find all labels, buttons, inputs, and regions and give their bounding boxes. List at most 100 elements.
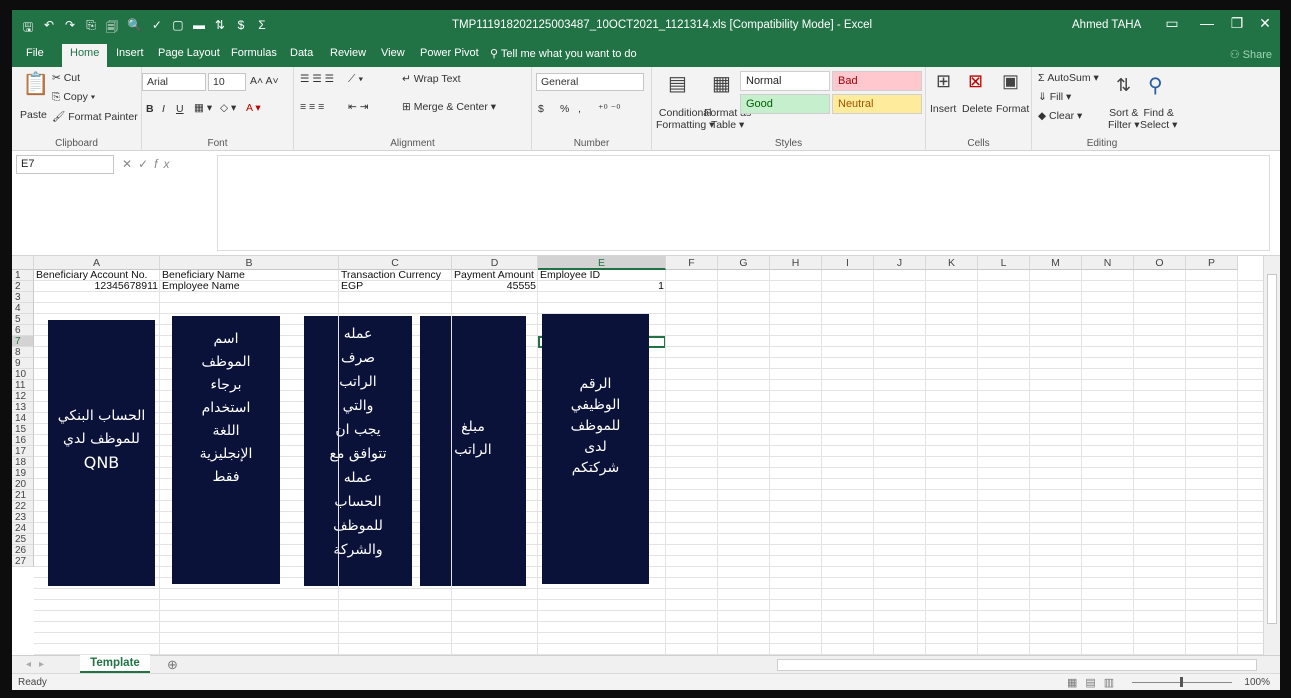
row-header-23[interactable]: 23 bbox=[12, 512, 34, 523]
style-neutral[interactable]: Neutral bbox=[832, 94, 922, 114]
cell-b2[interactable]: Employee Name bbox=[160, 281, 339, 292]
tab-insert[interactable]: Insert bbox=[116, 47, 144, 59]
row-header-8[interactable]: 8 bbox=[12, 347, 34, 358]
insert-cells-button[interactable]: Insert bbox=[930, 103, 956, 115]
paste-icon[interactable]: 📋 bbox=[22, 71, 49, 97]
row-header-10[interactable]: 10 bbox=[12, 369, 34, 380]
delete-cells-icon[interactable]: ⊠ bbox=[968, 71, 983, 92]
redo-icon[interactable]: ↷ bbox=[64, 18, 76, 39]
row-header-17[interactable]: 17 bbox=[12, 446, 34, 457]
restore-button[interactable]: ❐ bbox=[1222, 15, 1252, 32]
tab-data[interactable]: Data bbox=[290, 47, 313, 59]
fill-button[interactable]: ⇓ Fill ▾ bbox=[1038, 91, 1071, 103]
row-header-2[interactable]: 2 bbox=[12, 281, 34, 292]
column-header-l[interactable]: L bbox=[978, 256, 1030, 270]
tell-me-search[interactable]: ⚲ Tell me what you want to do bbox=[490, 47, 637, 60]
style-normal[interactable]: Normal bbox=[740, 71, 830, 91]
format-cells-icon[interactable]: ▣ bbox=[1002, 71, 1019, 92]
cell-e1[interactable]: Employee ID bbox=[538, 270, 666, 281]
number-format-select[interactable]: General bbox=[536, 73, 644, 91]
column-header-p[interactable]: P bbox=[1186, 256, 1238, 270]
column-header-k[interactable]: K bbox=[926, 256, 978, 270]
horizontal-align-icons[interactable]: ≡ ≡ ≡ bbox=[300, 101, 324, 113]
row-header-20[interactable]: 20 bbox=[12, 479, 34, 490]
format-cells-button[interactable]: Format bbox=[996, 103, 1029, 115]
font-name-select[interactable]: Arial bbox=[142, 73, 206, 91]
formula-input[interactable] bbox=[217, 155, 1270, 251]
font-size-select[interactable]: 10 bbox=[208, 73, 246, 91]
qat-item-icon[interactable]: 🔍 bbox=[127, 18, 142, 39]
close-button[interactable]: ✕ bbox=[1250, 15, 1280, 32]
spreadsheet-grid[interactable]: ABCDEFGHIJKLMNOP 1 2 3 4 5 6 7 8 9 10 11 12 13 14 15 16… bbox=[12, 256, 1263, 655]
decimal-icons[interactable]: ⁺⁰ ⁻⁰ bbox=[598, 103, 620, 115]
column-header-g[interactable]: G bbox=[718, 256, 770, 270]
tab-power-pivot[interactable]: Power Pivot bbox=[420, 47, 479, 59]
row-header-21[interactable]: 21 bbox=[12, 490, 34, 501]
vertical-align-icons[interactable]: ☰ ☰ ☰ bbox=[300, 73, 334, 85]
save-icon[interactable]: 🖫 bbox=[22, 18, 34, 39]
column-header-a[interactable]: A bbox=[34, 256, 160, 270]
conditional-formatting-icon[interactable]: ▤ bbox=[668, 71, 687, 96]
magnifier-icon[interactable]: ⚲ bbox=[1148, 73, 1163, 98]
row-header-14[interactable]: 14 bbox=[12, 413, 34, 424]
font-grow-shrink-icon[interactable]: A˄ A˅ bbox=[250, 75, 279, 87]
tab-page-layout[interactable]: Page Layout bbox=[158, 47, 220, 59]
row-header-3[interactable]: 3 bbox=[12, 292, 34, 303]
currency-button[interactable]: $ bbox=[538, 103, 544, 115]
zoom-level[interactable]: 100% bbox=[1244, 677, 1270, 688]
row-header-5[interactable]: 5 bbox=[12, 314, 34, 325]
format-painter-button[interactable]: 🖌 Format Painter bbox=[52, 110, 138, 123]
undo-icon[interactable]: ↶ bbox=[43, 18, 55, 39]
tab-file[interactable]: File bbox=[26, 47, 44, 59]
row-header-1[interactable]: 1 bbox=[12, 270, 34, 281]
name-box[interactable]: E7 bbox=[16, 155, 114, 174]
enter-icon[interactable]: ✓ bbox=[138, 157, 154, 171]
qat-item-icon[interactable]: 🗐 bbox=[106, 18, 118, 39]
column-header-f[interactable]: F bbox=[666, 256, 718, 270]
row-header-13[interactable]: 13 bbox=[12, 402, 34, 413]
sheet-tab-template[interactable]: Template bbox=[80, 655, 150, 674]
fill-color-icon[interactable]: ◇ ▾ bbox=[220, 102, 236, 114]
indent-icons[interactable]: ⇤ ⇥ bbox=[348, 101, 369, 113]
select-all-corner[interactable] bbox=[12, 256, 34, 270]
view-mode-icons[interactable]: ▦▤▥ bbox=[1067, 676, 1122, 689]
merge-center-button[interactable]: ⊞ Merge & Center ▾ bbox=[402, 101, 496, 113]
qat-item-icon[interactable]: ▬ bbox=[193, 18, 205, 39]
column-header-d[interactable]: D bbox=[452, 256, 538, 270]
qat-item-icon[interactable]: ⎘ bbox=[85, 18, 97, 39]
user-name[interactable]: Ahmed TAHA bbox=[1072, 19, 1141, 31]
share-button[interactable]: ⚇ Share bbox=[1230, 48, 1272, 61]
cell-d2[interactable]: 45555 bbox=[452, 281, 538, 292]
style-bad[interactable]: Bad bbox=[832, 71, 922, 91]
paste-button[interactable]: Paste bbox=[20, 109, 47, 121]
column-header-m[interactable]: M bbox=[1030, 256, 1082, 270]
copy-button[interactable]: ⎘ Copy ▾ bbox=[52, 91, 95, 104]
underline-button[interactable]: U bbox=[176, 103, 184, 115]
column-header-o[interactable]: O bbox=[1134, 256, 1186, 270]
row-header-22[interactable]: 22 bbox=[12, 501, 34, 512]
row-header-18[interactable]: 18 bbox=[12, 457, 34, 468]
zoom-slider-knob[interactable] bbox=[1180, 677, 1183, 687]
bold-button[interactable]: B bbox=[146, 103, 154, 115]
delete-cells-button[interactable]: Delete bbox=[962, 103, 992, 115]
tab-formulas[interactable]: Formulas bbox=[231, 47, 277, 59]
row-header-7[interactable]: 7 bbox=[12, 336, 34, 347]
cell-e2[interactable]: 1 bbox=[538, 281, 666, 292]
qat-item-icon[interactable]: Σ bbox=[256, 18, 268, 39]
qat-item-icon[interactable]: ▢ bbox=[172, 18, 184, 39]
column-header-e[interactable]: E bbox=[538, 256, 666, 270]
column-header-j[interactable]: J bbox=[874, 256, 926, 270]
format-as-table-icon[interactable]: ▦ bbox=[712, 71, 731, 96]
qat-item-icon[interactable]: ✓ bbox=[151, 18, 163, 39]
find-select-button[interactable]: Find & Select ▾ bbox=[1140, 107, 1177, 131]
tab-view[interactable]: View bbox=[381, 47, 405, 59]
row-header-4[interactable]: 4 bbox=[12, 303, 34, 314]
borders-icon[interactable]: ▦ ▾ bbox=[194, 102, 212, 114]
column-header-h[interactable]: H bbox=[770, 256, 822, 270]
row-header-19[interactable]: 19 bbox=[12, 468, 34, 479]
orientation-icon[interactable]: ⟋ ▾ bbox=[348, 73, 363, 86]
autosum-button[interactable]: Σ AutoSum ▾ bbox=[1038, 72, 1099, 84]
tab-review[interactable]: Review bbox=[330, 47, 366, 59]
vertical-scroll-thumb[interactable] bbox=[1267, 274, 1277, 624]
percent-button[interactable]: % bbox=[560, 103, 569, 115]
